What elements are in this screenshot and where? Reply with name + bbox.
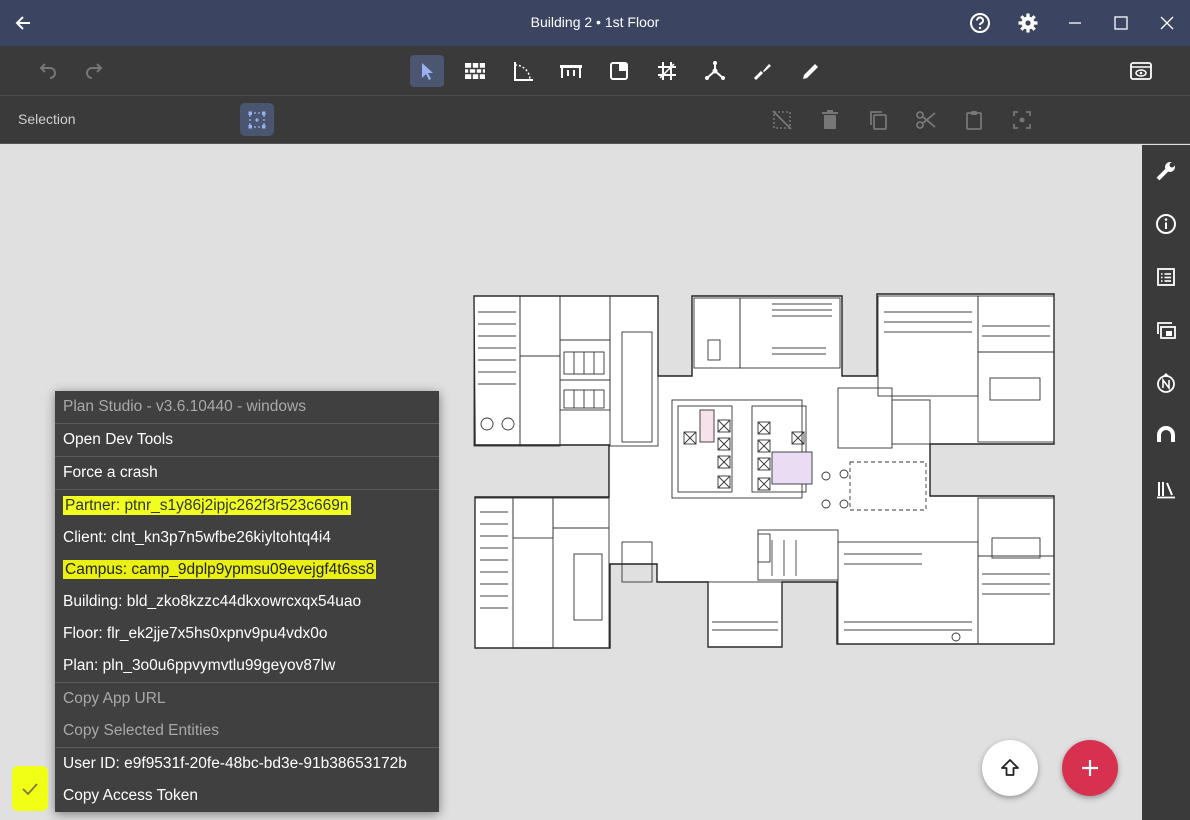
undo-icon[interactable] [30, 55, 64, 87]
list-icon[interactable] [1152, 263, 1180, 291]
menu-item-copy-selected-entities[interactable]: Copy Selected Entities [55, 715, 439, 747]
close-icon[interactable] [1152, 8, 1182, 38]
menu-item-client[interactable]: Client: clnt_kn3p7n5wfbe26kiyltohtq4i4 [55, 522, 439, 554]
selection-subbar: Selection [0, 96, 1190, 144]
wall-tool-icon[interactable] [458, 55, 492, 87]
level-up-button[interactable] [982, 740, 1038, 796]
menu-item-force-crash[interactable]: Force a crash [55, 457, 439, 489]
redo-icon[interactable] [78, 55, 112, 87]
paste-icon[interactable] [960, 106, 988, 134]
layers-view-icon[interactable] [1124, 55, 1158, 87]
floor-plan-drawing[interactable] [472, 292, 1058, 652]
menu-item-plan[interactable]: Plan: pln_3o0u6ppvymvtlu99geyov87lw [55, 650, 439, 682]
magnet-icon[interactable] [1152, 422, 1180, 450]
maximize-icon[interactable] [1106, 8, 1136, 38]
add-button[interactable] [1062, 740, 1118, 796]
north-icon[interactable] [1152, 369, 1180, 397]
area-tool-icon[interactable] [602, 55, 636, 87]
right-sidebar [1142, 145, 1190, 820]
dev-context-menu: Plan Studio - v3.6.10440 - windows Open … [55, 391, 439, 812]
menu-item-open-dev-tools[interactable]: Open Dev Tools [55, 424, 439, 456]
delete-icon[interactable] [816, 106, 844, 134]
furniture-tool-icon[interactable] [554, 55, 588, 87]
marquee-select-icon[interactable] [240, 103, 274, 136]
select-tool-icon[interactable] [410, 55, 444, 87]
settings-gear-icon[interactable] [1013, 8, 1043, 38]
cut-icon[interactable] [912, 106, 940, 134]
copy-icon[interactable] [864, 106, 892, 134]
layers-icon[interactable] [1152, 316, 1180, 344]
network-tool-icon[interactable] [698, 55, 732, 87]
main-toolbar [0, 46, 1190, 96]
partner-id-text: Partner: ptnr_s1y86j2ipjc262f3r523c669n [63, 496, 351, 515]
title-bar: Building 2 • 1st Floor [0, 0, 1190, 46]
focus-selection-icon[interactable] [1008, 106, 1036, 134]
grid-tool-icon[interactable] [650, 55, 684, 87]
menu-item-floor[interactable]: Floor: flr_ek2jje7x5hs0xpnv9pu4vdx0o [55, 618, 439, 650]
campus-id-text: Campus: camp_9dplp9ypmsu09evejgf4t6ss8 [63, 560, 377, 579]
menu-item-copy-access-token[interactable]: Copy Access Token [55, 780, 439, 812]
menu-item-partner[interactable]: Partner: ptnr_s1y86j2ipjc262f3r523c669n [55, 490, 439, 522]
menu-item-user-id[interactable]: User ID: e9f9531f-20fe-48bc-bd3e-91b3865… [55, 748, 439, 780]
mode-label: Selection [18, 111, 76, 127]
pencil-tool-icon[interactable] [794, 55, 828, 87]
arrow-up-icon [1001, 759, 1019, 776]
menu-item-building[interactable]: Building: bld_zko8kzzc44dkxowrcxqx54uao [55, 586, 439, 618]
menu-header-version: Plan Studio - v3.6.10440 - windows [63, 398, 306, 415]
check-icon[interactable] [12, 766, 48, 811]
wrench-icon[interactable] [1152, 157, 1180, 185]
info-icon[interactable] [1152, 210, 1180, 238]
help-icon[interactable] [965, 8, 995, 38]
minimize-icon[interactable] [1060, 8, 1090, 38]
library-icon[interactable] [1152, 475, 1180, 503]
menu-item-campus[interactable]: Campus: camp_9dplp9ypmsu09evejgf4t6ss8 [55, 554, 439, 586]
menu-item-copy-app-url[interactable]: Copy App URL [55, 683, 439, 715]
brush-tool-icon[interactable] [746, 55, 780, 87]
plus-icon [1082, 760, 1098, 776]
room-tool-icon[interactable] [506, 55, 540, 87]
deselect-icon[interactable] [768, 106, 796, 134]
window-title: Building 2 • 1st Floor [530, 14, 660, 30]
